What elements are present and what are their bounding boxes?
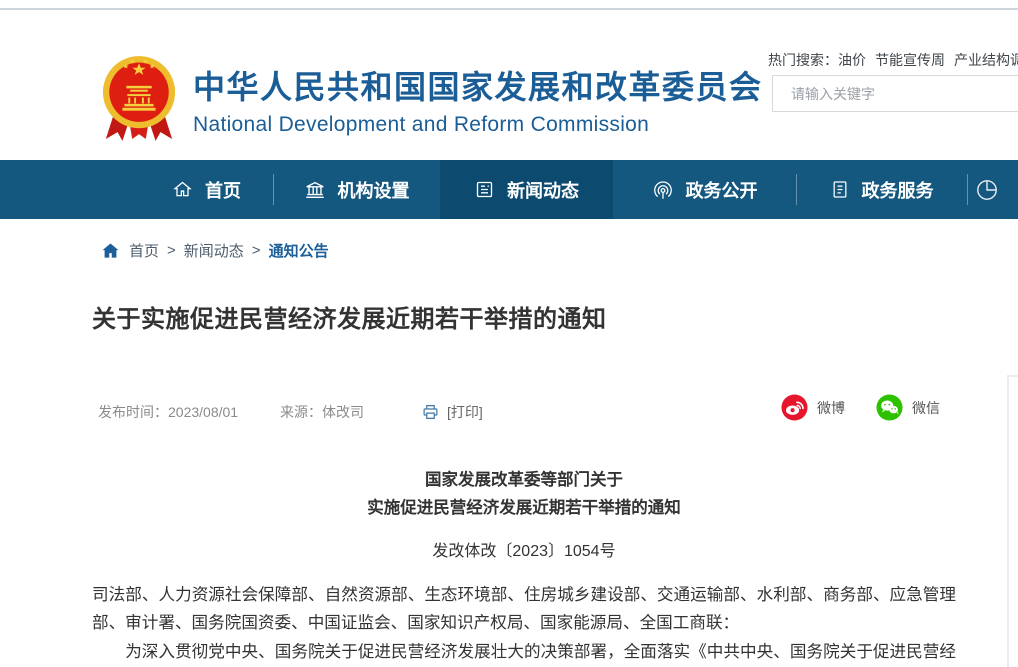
home-icon[interactable] <box>100 241 121 261</box>
disclosure-icon <box>652 179 674 201</box>
document-body: 司法部、人力资源社会保障部、自然资源部、生态环境部、住房城乡建设部、交通运输部、… <box>92 581 956 667</box>
publish-time: 发布时间：2023/08/01 <box>98 402 280 422</box>
site-title-en: National Development and Reform Commissi… <box>193 113 763 137</box>
nav-item-label: 政务公开 <box>686 177 758 203</box>
document-title-line2: 实施促进民营经济发展近期若干举措的通知 <box>92 494 956 522</box>
institution-icon <box>304 179 326 201</box>
news-icon <box>474 179 495 200</box>
document-number: 发改体改〔2023〕1054号 <box>92 537 956 561</box>
top-divider <box>0 8 1018 10</box>
hot-search-bar: 热门搜索：油价节能宣传周产业结构调整 <box>768 50 1018 70</box>
share-bar: 微博 微信 <box>781 394 940 421</box>
article-meta-row: 发布时间：2023/08/01 来源：体改司 [打印] <box>98 399 483 425</box>
nav-separator <box>273 174 274 205</box>
pie-chart-icon <box>974 177 1000 203</box>
page-title: 关于实施促进民营经济发展近期若干举措的通知 <box>92 299 607 334</box>
share-wechat-button[interactable]: 微信 <box>876 394 940 421</box>
share-weibo-button[interactable]: 微博 <box>781 394 845 421</box>
nav-item-label: 机构设置 <box>338 177 410 203</box>
share-weibo-label: 微博 <box>817 398 845 418</box>
nav-item-services[interactable]: 政务服务 <box>796 160 967 219</box>
services-icon <box>830 179 850 200</box>
breadcrumb-item-home[interactable]: 首页 <box>129 240 159 261</box>
print-button[interactable]: [打印] <box>421 402 483 422</box>
breadcrumb-item-current: 通知公告 <box>269 240 329 261</box>
document-title: 国家发展改革委等部门关于 实施促进民营经济发展近期若干举措的通知 <box>92 466 956 522</box>
main-nav: 首页 机构设置 新闻动态 政务公开 政务服务 <box>0 160 1018 219</box>
print-label: [打印] <box>447 402 483 422</box>
nav-item-label: 政务服务 <box>862 177 934 203</box>
weibo-icon <box>781 394 808 421</box>
nav-item-label: 新闻动态 <box>507 177 579 203</box>
search-input[interactable] <box>772 75 1018 112</box>
publish-time-value: 2023/08/01 <box>168 404 238 420</box>
nav-item-organization[interactable]: 机构设置 <box>273 160 440 219</box>
wechat-icon <box>876 394 903 421</box>
hot-search-term[interactable]: 产业结构调整 <box>954 52 1018 68</box>
breadcrumb: 首页 > 新闻动态 > 通知公告 <box>100 240 329 261</box>
nav-item-disclosure[interactable]: 政务公开 <box>613 160 796 219</box>
site-title-block[interactable]: 中华人民共和国国家发展和改革委员会 National Development a… <box>193 62 763 137</box>
hot-search-label: 热门搜索： <box>768 52 838 68</box>
breadcrumb-separator: > <box>252 242 261 259</box>
printer-icon <box>421 403 440 421</box>
document-title-line1: 国家发展改革委等部门关于 <box>92 466 956 494</box>
breadcrumb-separator: > <box>167 242 176 259</box>
nav-separator <box>796 174 797 205</box>
site-title-cn: 中华人民共和国国家发展和改革委员会 <box>193 62 763 108</box>
source-label: 来源： <box>280 404 322 420</box>
hot-search-term[interactable]: 油价 <box>838 52 866 68</box>
side-panel-edge <box>1007 375 1018 667</box>
publish-time-label: 发布时间： <box>98 404 168 420</box>
breadcrumb-item-news[interactable]: 新闻动态 <box>184 240 244 261</box>
home-icon <box>172 179 193 200</box>
national-emblem-logo[interactable] <box>100 53 178 145</box>
nav-item-news[interactable]: 新闻动态 <box>440 160 613 219</box>
nav-item-label: 首页 <box>205 177 241 203</box>
nav-item-interaction[interactable] <box>967 160 1018 219</box>
hot-search-term[interactable]: 节能宣传周 <box>875 52 945 68</box>
article-source: 来源：体改司 <box>280 402 393 422</box>
nav-item-home[interactable]: 首页 <box>140 160 273 219</box>
share-wechat-label: 微信 <box>912 398 940 418</box>
ndrc-article-page: 中华人民共和国国家发展和改革委员会 National Development a… <box>0 0 1018 667</box>
body-paragraph: 为深入贯彻党中央、国务院关于促进民营经济发展壮大的决策部署，全面落实《中共中央、… <box>92 638 956 667</box>
source-value: 体改司 <box>322 404 364 420</box>
nav-separator <box>967 174 968 205</box>
body-paragraph: 司法部、人力资源社会保障部、自然资源部、生态环境部、住房城乡建设部、交通运输部、… <box>92 581 956 638</box>
